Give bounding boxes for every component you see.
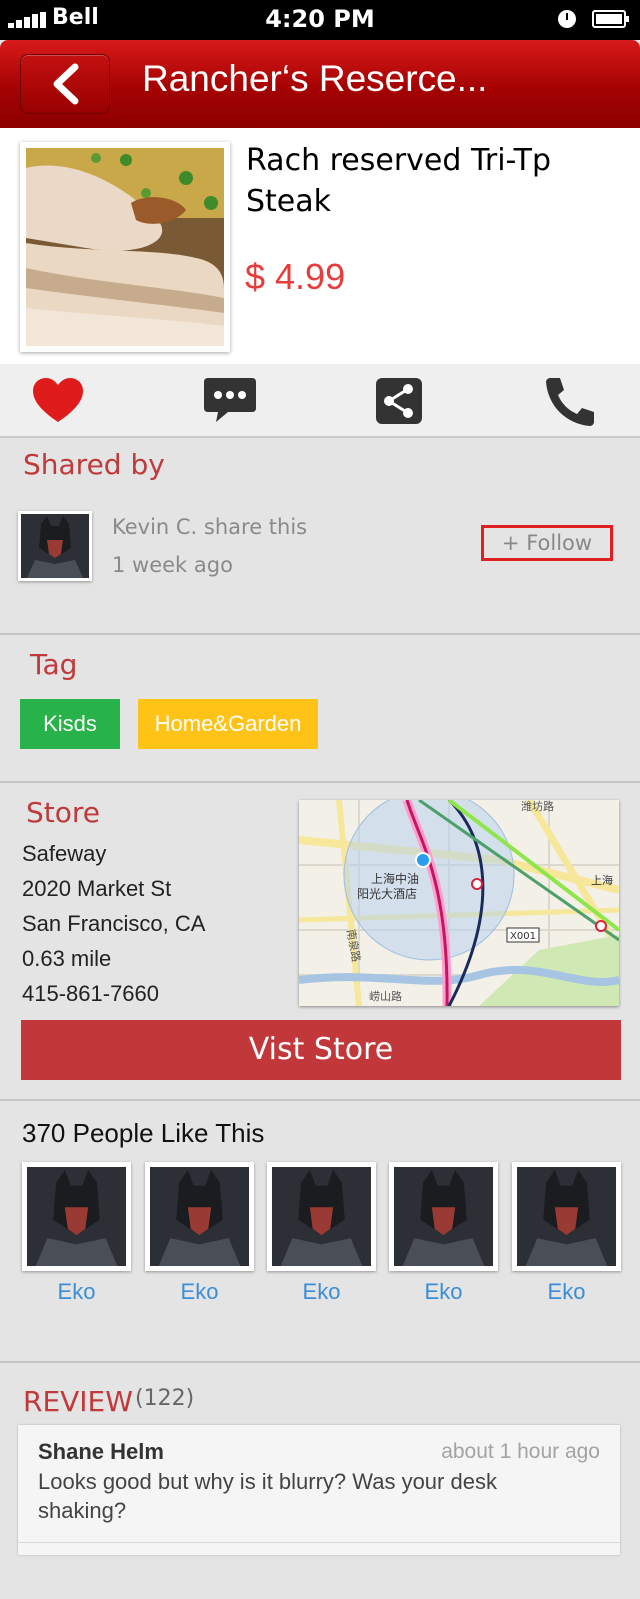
liker-name[interactable]: Eko — [22, 1279, 131, 1305]
heart-icon — [33, 378, 83, 422]
sharer-avatar[interactable] — [18, 511, 92, 581]
liker-avatar — [389, 1162, 498, 1271]
map-bus-label: X001 — [510, 931, 536, 942]
comment-icon — [204, 378, 256, 422]
share-button[interactable] — [372, 374, 428, 428]
share-time: 1 week ago — [112, 553, 233, 577]
liker-item[interactable]: Eko — [22, 1162, 131, 1305]
tag-heading: Tag — [30, 648, 78, 681]
divider — [0, 633, 640, 635]
review-heading: REVIEW — [23, 1385, 133, 1418]
divider — [18, 1542, 620, 1543]
store-phone[interactable]: 415-861-7660 — [22, 976, 205, 1011]
page-title: Rancher‘s Reserce... — [142, 58, 488, 99]
likes-count: 370 People Like This — [22, 1118, 265, 1148]
call-button[interactable] — [542, 374, 598, 428]
tag-home-garden[interactable]: Home&Garden — [138, 699, 318, 749]
liker-name[interactable]: Eko — [267, 1279, 376, 1305]
visit-store-button[interactable]: Vist Store — [21, 1020, 621, 1080]
store-info: Safeway 2020 Market St San Francisco, CA… — [22, 836, 205, 1011]
liker-avatar — [512, 1162, 621, 1271]
like-button[interactable] — [30, 374, 86, 428]
product-header: Rach reserved Tri-Tp Steak $ 4.99 — [0, 128, 640, 364]
chevron-left-icon — [53, 63, 79, 105]
divider — [0, 1099, 640, 1101]
liker-name[interactable]: Eko — [389, 1279, 498, 1305]
status-bar: Bell 4:20 PM — [0, 0, 640, 40]
alarm-clock-icon — [558, 10, 576, 28]
map-road-label: 潍坊路 — [521, 800, 554, 813]
product-image — [20, 142, 230, 352]
store-heading: Store — [26, 796, 101, 829]
liker-item[interactable]: Eko — [145, 1162, 254, 1305]
status-time: 4:20 PM — [265, 5, 375, 33]
battery-icon — [592, 10, 629, 28]
liker-item[interactable]: Eko — [389, 1162, 498, 1305]
review-time: about 1 hour ago — [441, 1440, 600, 1463]
liker-avatar — [145, 1162, 254, 1271]
map-road-label: 崂山路 — [369, 990, 402, 1003]
store-address: 2020 Market St — [22, 876, 172, 901]
store-map[interactable]: 上海中油 阳光大酒店 南泉路 崂山路 潍坊路 上海 X001 — [299, 800, 619, 1006]
liker-item[interactable]: Eko — [512, 1162, 621, 1305]
store-name: Safeway — [22, 841, 107, 866]
liker-item[interactable]: Eko — [267, 1162, 376, 1305]
map-poi-label: 上海 — [591, 873, 613, 887]
divider — [0, 781, 640, 783]
liker-avatar — [22, 1162, 131, 1271]
review-count: (122) — [135, 1386, 195, 1411]
liker-name[interactable]: Eko — [512, 1279, 621, 1305]
map-poi-label: 阳光大酒店 — [357, 887, 417, 901]
navigation-bar: Rancher‘s Reserce... — [0, 40, 640, 128]
follow-button[interactable]: + Follow — [481, 525, 613, 561]
store-city: San Francisco, CA — [22, 911, 206, 936]
sharer-name: Kevin C. share this — [112, 515, 308, 539]
map-poi-label: 上海中油 — [371, 871, 419, 886]
review-author: Shane Helm — [38, 1439, 164, 1464]
divider — [0, 1361, 640, 1363]
liker-avatar — [267, 1162, 376, 1271]
product-price: $ 4.99 — [245, 256, 346, 297]
shared-by-heading: Shared by — [23, 448, 165, 481]
phone-icon — [546, 378, 594, 426]
review-item[interactable]: Shane Helm about 1 hour ago Looks good b… — [18, 1425, 620, 1555]
share-icon — [376, 378, 422, 424]
tag-kids[interactable]: Kisds — [20, 699, 120, 749]
back-button[interactable] — [20, 54, 110, 114]
comment-button[interactable] — [202, 374, 258, 428]
liker-name[interactable]: Eko — [145, 1279, 254, 1305]
store-distance: 0.63 mile — [22, 946, 112, 971]
review-text: Looks good but why is it blurry? Was you… — [38, 1469, 497, 1523]
action-bar — [0, 364, 640, 438]
product-title: Rach reserved Tri-Tp Steak — [246, 143, 551, 219]
